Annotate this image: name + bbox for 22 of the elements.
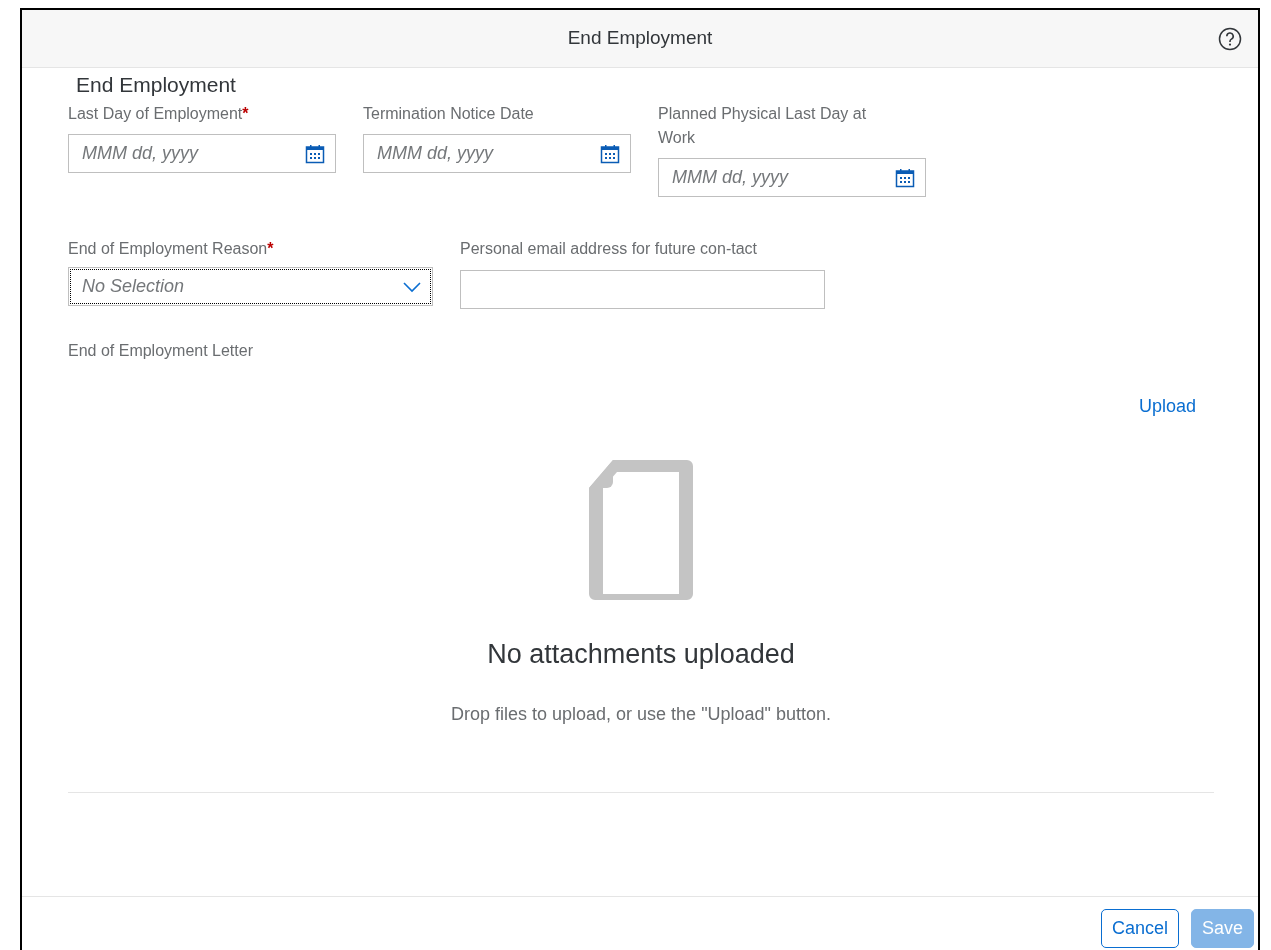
date-field[interactable]: MMM dd, yyyy bbox=[68, 134, 336, 173]
calendar-icon[interactable] bbox=[305, 143, 325, 164]
field-label: Planned Physical Last Day at Work bbox=[658, 104, 868, 148]
date-field[interactable]: MMM dd, yyyy bbox=[363, 134, 631, 173]
cancel-button[interactable]: Cancel bbox=[1100, 909, 1179, 948]
dialog-title: End Employment bbox=[567, 26, 713, 51]
chevron-down-icon bbox=[402, 280, 422, 293]
section-label: End of Employment Letter bbox=[68, 341, 254, 361]
empty-state-hint: Drop files to upload, or use the "Upload" button. bbox=[451, 702, 831, 726]
calendar-icon[interactable] bbox=[895, 167, 915, 188]
field-label: Termination Notice Date bbox=[363, 104, 535, 124]
reason-dropdown[interactable]: No Selection bbox=[68, 267, 433, 306]
email-field[interactable] bbox=[460, 270, 825, 309]
date-field[interactable]: MMM dd, yyyy bbox=[658, 158, 926, 197]
field-label: End of Employment Reason* bbox=[68, 239, 275, 259]
calendar-icon[interactable] bbox=[600, 143, 620, 164]
section-title: End Employment bbox=[76, 72, 237, 98]
empty-state-title: No attachments uploaded bbox=[487, 638, 795, 671]
field-label: Personal email address for future con-tact bbox=[460, 239, 759, 259]
upload-link[interactable]: Upload bbox=[1138, 393, 1196, 420]
field-label: Last Day of Employment* bbox=[68, 104, 250, 124]
help-icon[interactable] bbox=[1218, 27, 1242, 51]
